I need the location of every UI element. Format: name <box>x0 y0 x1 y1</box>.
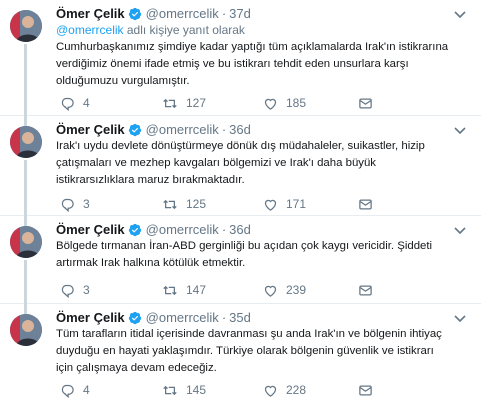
reply-button[interactable]: 3 <box>60 196 90 212</box>
reply-icon <box>61 198 74 212</box>
reply-mention-link[interactable]: @omerrcelik <box>56 23 124 37</box>
retweet-button[interactable]: 125 <box>162 196 206 212</box>
thread-line <box>24 44 27 116</box>
reply-button[interactable]: 4 <box>60 382 90 398</box>
direct-message-button[interactable] <box>358 382 381 398</box>
retweet-button[interactable]: 147 <box>162 282 206 298</box>
display-name[interactable]: Ömer Çelik <box>56 310 125 326</box>
envelope-icon <box>359 199 372 209</box>
thread-line <box>24 304 27 314</box>
tweet-text: Bölgede tırmanan İran-ABD gerginliği bu … <box>56 240 433 269</box>
reply-context-label: adlı kişiye yanıt olarak <box>123 23 245 37</box>
reply-button[interactable]: 3 <box>60 282 90 298</box>
avatar[interactable] <box>10 226 42 258</box>
thread-line <box>24 116 27 126</box>
verified-badge-icon <box>128 311 141 325</box>
direct-message-button[interactable] <box>358 196 381 212</box>
tweet[interactable]: Ömer Çelik @omerrcelik · 36d Bölgede tır… <box>0 216 481 304</box>
verified-badge-icon <box>128 223 141 237</box>
envelope-icon <box>359 98 372 108</box>
like-count: 239 <box>286 283 307 297</box>
retweet-count: 145 <box>186 383 207 397</box>
timestamp[interactable]: 36d <box>229 222 251 238</box>
tweet-header: Ömer Çelik @omerrcelik · 37d <box>56 6 251 22</box>
verified-badge-icon <box>128 7 141 21</box>
like-count: 185 <box>286 96 307 110</box>
user-handle[interactable]: @omerrcelik <box>146 222 219 238</box>
separator-dot: · <box>221 222 227 237</box>
user-handle[interactable]: @omerrcelik <box>146 6 219 22</box>
retweet-button[interactable]: 127 <box>162 95 206 111</box>
heart-icon <box>264 285 277 297</box>
retweet-icon <box>163 199 177 209</box>
retweet-button[interactable]: 145 <box>162 382 206 398</box>
envelope-icon <box>359 385 372 395</box>
like-count: 228 <box>286 383 307 397</box>
thread-line <box>24 216 27 226</box>
envelope-icon <box>359 285 372 295</box>
display-name[interactable]: Ömer Çelik <box>56 122 125 138</box>
more-options-chevron-down-icon[interactable] <box>453 312 467 326</box>
timestamp[interactable]: 37d <box>229 6 251 22</box>
like-button[interactable]: 185 <box>263 95 306 111</box>
tweet-text: Irak'ı uydu devlete dönüştürmeye dönük d… <box>56 140 425 186</box>
reply-count: 4 <box>83 383 90 397</box>
reply-count: 4 <box>83 96 90 110</box>
tweet-header: Ömer Çelik @omerrcelik · 35d <box>56 310 251 326</box>
reply-context: @omerrcelik adlı kişiye yanıt olarak <box>56 23 245 38</box>
heart-icon <box>264 385 277 397</box>
more-options-chevron-down-icon[interactable] <box>453 8 467 22</box>
reply-icon <box>61 384 74 398</box>
tweet[interactable]: Ömer Çelik @omerrcelik · 35d Tüm tarafla… <box>0 304 481 408</box>
direct-message-button[interactable] <box>358 95 381 111</box>
heart-icon <box>264 98 277 110</box>
tweet-actions: 3 147 239 <box>56 282 372 298</box>
avatar[interactable] <box>10 314 42 346</box>
more-options-chevron-down-icon[interactable] <box>453 224 467 238</box>
display-name[interactable]: Ömer Çelik <box>56 222 125 238</box>
reply-count: 3 <box>83 197 90 211</box>
timestamp[interactable]: 36d <box>229 122 251 138</box>
thread-line <box>24 160 27 216</box>
retweet-count: 147 <box>186 283 207 297</box>
tweet-header: Ömer Çelik @omerrcelik · 36d <box>56 222 251 238</box>
separator-dot: · <box>221 310 227 325</box>
thread-line <box>24 260 27 304</box>
user-handle[interactable]: @omerrcelik <box>146 122 219 138</box>
tweet-actions: 4 127 185 <box>56 95 372 111</box>
like-button[interactable]: 171 <box>263 196 306 212</box>
reply-button[interactable]: 4 <box>60 95 90 111</box>
like-button[interactable]: 228 <box>263 382 306 398</box>
reply-icon <box>61 284 74 298</box>
tweet-actions: 4 145 228 <box>56 382 372 398</box>
reply-count: 3 <box>83 283 90 297</box>
avatar[interactable] <box>10 10 42 42</box>
heart-icon <box>264 199 277 211</box>
tweet-text: Tüm tarafların itidal içerisinde davranm… <box>56 328 442 374</box>
display-name[interactable]: Ömer Çelik <box>56 6 125 22</box>
more-options-chevron-down-icon[interactable] <box>453 124 467 138</box>
retweet-icon <box>163 98 177 108</box>
separator-dot: · <box>221 6 227 21</box>
tweet[interactable]: Ömer Çelik @omerrcelik · 37d @omerrcelik… <box>0 0 481 116</box>
avatar[interactable] <box>10 126 42 158</box>
retweet-count: 125 <box>186 197 207 211</box>
reply-icon <box>61 97 74 111</box>
like-button[interactable]: 239 <box>263 282 306 298</box>
tweet[interactable]: Ömer Çelik @omerrcelik · 36d Irak'ı uydu… <box>0 116 481 216</box>
tweet-text: Cumhurbaşkanımız şimdiye kadar yaptığı t… <box>56 41 449 87</box>
verified-badge-icon <box>128 123 141 137</box>
like-count: 171 <box>286 197 307 211</box>
retweet-count: 127 <box>186 96 207 110</box>
retweet-icon <box>163 285 177 295</box>
timestamp[interactable]: 35d <box>229 310 251 326</box>
separator-dot: · <box>221 122 227 137</box>
user-handle[interactable]: @omerrcelik <box>146 310 219 326</box>
retweet-icon <box>163 385 177 395</box>
direct-message-button[interactable] <box>358 282 381 298</box>
tweet-actions: 3 125 171 <box>56 196 372 212</box>
tweet-header: Ömer Çelik @omerrcelik · 36d <box>56 122 251 138</box>
